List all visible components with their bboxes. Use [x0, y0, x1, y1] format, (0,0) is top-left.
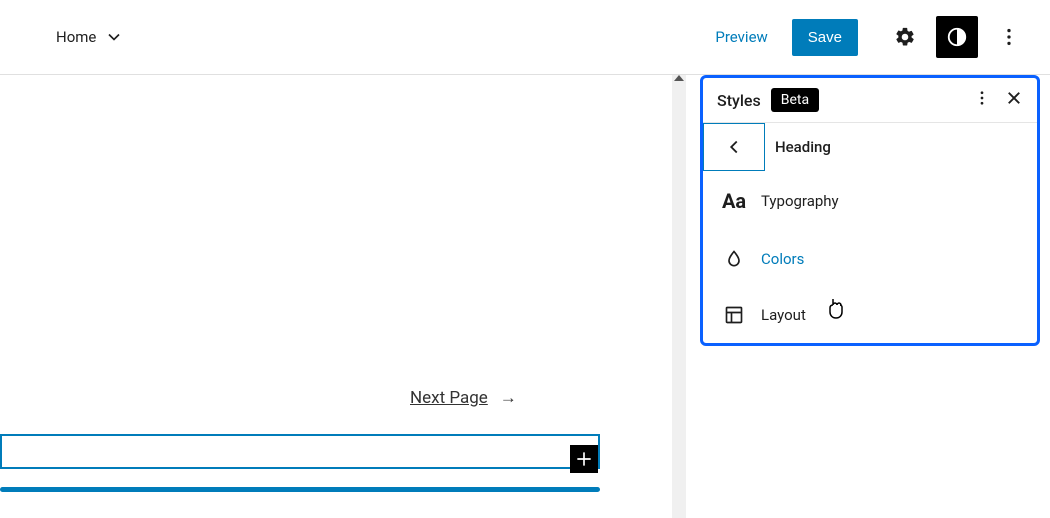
more-button[interactable]: [988, 16, 1030, 58]
panel-item-label: Colors: [761, 250, 804, 268]
topbar-actions: Preview Save: [701, 16, 1030, 58]
next-page-link[interactable]: Next Page →: [410, 388, 517, 408]
contrast-icon: [946, 26, 968, 48]
gear-icon: [894, 26, 916, 48]
topbar: Home Preview Save: [0, 0, 1050, 75]
add-block-button[interactable]: [570, 445, 598, 473]
styles-panel: Styles Beta Heading Aa Typography: [700, 75, 1040, 346]
panel-item-colors[interactable]: Colors: [703, 231, 1037, 287]
drop-icon: [723, 249, 745, 269]
beta-badge: Beta: [771, 88, 819, 112]
back-button[interactable]: [703, 123, 765, 171]
chevron-down-icon: [104, 27, 124, 47]
page-nav[interactable]: Home: [56, 27, 124, 47]
styles-sidebar: Styles Beta Heading Aa Typography: [700, 75, 1040, 346]
layout-icon: [723, 305, 745, 325]
chevron-left-icon: [723, 136, 745, 158]
styles-panel-header: Styles Beta: [703, 78, 1037, 123]
panel-item-layout[interactable]: Layout: [703, 287, 1037, 343]
arrow-right-icon: →: [500, 388, 517, 408]
kebab-icon: [998, 26, 1020, 48]
plus-icon: [574, 449, 594, 469]
kebab-icon: [973, 89, 991, 107]
styles-panel-title: Styles: [717, 91, 761, 110]
scrollbar[interactable]: [672, 75, 686, 518]
selected-block[interactable]: [0, 434, 600, 469]
panel-more-button[interactable]: [973, 89, 991, 111]
home-label: Home: [56, 28, 96, 46]
panel-item-label: Layout: [761, 306, 806, 324]
typography-icon: Aa: [723, 189, 745, 213]
editor-canvas[interactable]: Next Page →: [0, 75, 686, 518]
next-page-label: Next Page: [410, 388, 488, 408]
panel-item-typography[interactable]: Aa Typography: [703, 171, 1037, 231]
close-icon: [1005, 89, 1023, 107]
panel-item-label: Typography: [761, 192, 839, 210]
heading-label: Heading: [775, 138, 831, 156]
panel-breadcrumb: Heading: [703, 123, 1037, 171]
styles-button[interactable]: [936, 16, 978, 58]
save-button[interactable]: Save: [792, 19, 858, 56]
block-inserter-line[interactable]: [0, 487, 600, 492]
preview-button[interactable]: Preview: [701, 20, 781, 54]
settings-button[interactable]: [884, 16, 926, 58]
panel-close-button[interactable]: [1005, 89, 1023, 111]
